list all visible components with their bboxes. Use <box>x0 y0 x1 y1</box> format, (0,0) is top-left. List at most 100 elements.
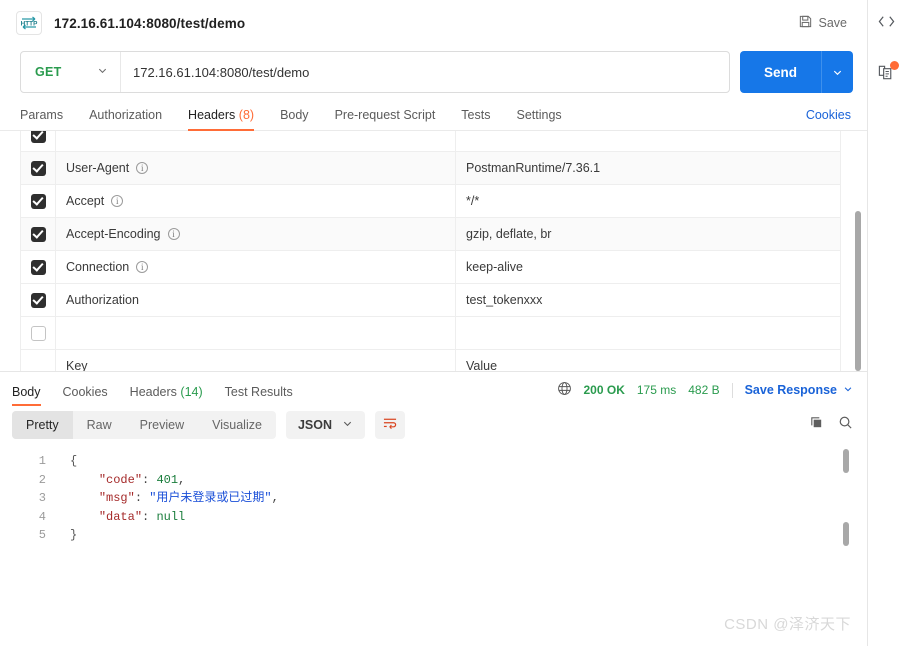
tab-headers-label: Headers <box>188 108 235 122</box>
json-key-code: "code" <box>99 473 142 487</box>
row-value-cell[interactable]: test_tokenxxx <box>456 284 841 317</box>
row-checkbox-cell[interactable] <box>21 317 56 350</box>
row-key-cell[interactable]: Accept-Encoding i <box>56 218 456 251</box>
json-colon: : <box>142 510 156 524</box>
response-tab-headers[interactable]: Headers (14) <box>130 385 203 406</box>
row-checkbox-cell[interactable] <box>21 218 56 251</box>
row-checkbox[interactable] <box>31 227 46 242</box>
response-tab-test-results[interactable]: Test Results <box>225 385 293 406</box>
table-row[interactable] <box>21 317 841 350</box>
format-tab-pretty[interactable]: Pretty <box>12 411 73 439</box>
tab-params[interactable]: Params <box>20 108 63 130</box>
table-row[interactable]: User-Agent i PostmanRuntime/7.36.1 <box>21 152 841 185</box>
row-checkbox[interactable] <box>31 260 46 275</box>
row-key-cell[interactable]: User-Agent i <box>56 152 456 185</box>
send-options-caret[interactable] <box>821 51 853 93</box>
meta-divider <box>732 383 733 398</box>
row-key-label: Accept <box>66 194 104 208</box>
new-row-value-input[interactable]: Value <box>456 350 841 372</box>
format-tab-visualize[interactable]: Visualize <box>198 411 276 439</box>
save-response-button[interactable]: Save Response <box>745 383 853 397</box>
info-icon[interactable]: i <box>136 162 148 174</box>
tab-pre-request-script-label: Pre-request Script <box>335 108 436 122</box>
response-body-scrollbar-bottom[interactable] <box>843 522 849 546</box>
wrap-text-button[interactable] <box>375 411 405 439</box>
table-row[interactable] <box>21 131 841 152</box>
headers-table-scrollbar[interactable] <box>855 211 861 371</box>
format-tab-preview[interactable]: Preview <box>126 411 198 439</box>
send-button[interactable]: Send <box>740 51 821 93</box>
response-tab-body[interactable]: Body <box>12 385 41 406</box>
info-icon[interactable]: i <box>111 195 123 207</box>
tab-body[interactable]: Body <box>280 108 309 130</box>
row-checkbox-cell[interactable] <box>21 185 56 218</box>
language-label: JSON <box>298 418 332 432</box>
tab-authorization[interactable]: Authorization <box>89 108 162 130</box>
indent <box>70 473 99 487</box>
code-lines[interactable]: { "code": 401, "msg": "用户未登录或已过期", "data… <box>46 452 279 545</box>
row-value-cell[interactable]: keep-alive <box>456 251 841 284</box>
row-key-cell[interactable]: Accept i <box>56 185 456 218</box>
search-icon[interactable] <box>838 415 853 435</box>
line-number: 5 <box>20 526 46 545</box>
notification-badge <box>890 61 899 70</box>
code-snippet-button[interactable] <box>872 10 900 38</box>
url-input[interactable] <box>121 52 729 92</box>
response-tab-test-results-label: Test Results <box>225 385 293 399</box>
row-checkbox[interactable] <box>31 194 46 209</box>
info-icon[interactable]: i <box>136 261 148 273</box>
row-checkbox-cell[interactable] <box>21 251 56 284</box>
row-checkbox-cell[interactable] <box>21 284 56 317</box>
row-key-cell[interactable]: Connection i <box>56 251 456 284</box>
response-action-icons <box>809 415 853 435</box>
row-checkbox[interactable] <box>31 326 46 341</box>
row-checkbox[interactable] <box>31 161 46 176</box>
row-value-cell[interactable] <box>456 131 841 152</box>
row-checkbox-cell[interactable] <box>21 131 56 152</box>
response-body-viewer[interactable]: 12345 { "code": 401, "msg": "用户未登录或已过期",… <box>0 444 867 646</box>
table-row[interactable]: Authorization test_tokenxxx <box>21 284 841 317</box>
row-key-cell[interactable] <box>56 317 456 350</box>
response-format-tabs: Pretty Raw Preview Visualize <box>12 411 276 439</box>
table-row[interactable]: Connection i keep-alive <box>21 251 841 284</box>
method-selector[interactable]: GET <box>21 52 121 92</box>
tab-settings[interactable]: Settings <box>516 108 561 130</box>
tab-pre-request-script[interactable]: Pre-request Script <box>335 108 436 130</box>
headers-table-area: User-Agent i PostmanRuntime/7.36.1 Accep… <box>0 131 867 371</box>
format-tab-raw[interactable]: Raw <box>73 411 126 439</box>
row-value-cell[interactable]: PostmanRuntime/7.36.1 <box>456 152 841 185</box>
request-tab-bar: HTTP 172.16.61.104:8080/test/demo Save <box>0 0 867 46</box>
row-value-cell[interactable]: */* <box>456 185 841 218</box>
tab-settings-label: Settings <box>516 108 561 122</box>
tab-headers[interactable]: Headers (8) <box>188 108 254 130</box>
postman-app-window: HTTP 172.16.61.104:8080/test/demo Save <box>0 0 904 646</box>
table-row[interactable]: Accept i */* <box>21 185 841 218</box>
row-key-label: Accept-Encoding <box>66 227 161 241</box>
table-row[interactable]: Accept-Encoding i gzip, deflate, br <box>21 218 841 251</box>
row-value-cell[interactable]: gzip, deflate, br <box>456 218 841 251</box>
save-button[interactable]: Save <box>792 10 854 36</box>
globe-icon[interactable] <box>557 381 572 399</box>
language-selector[interactable]: JSON <box>286 411 365 439</box>
code-line: "code": 401, <box>70 471 279 490</box>
watermark: CSDN @泽济天下 <box>724 613 851 634</box>
json-value-data: null <box>156 510 185 524</box>
documentation-button[interactable] <box>872 60 900 88</box>
copy-icon[interactable] <box>809 415 824 435</box>
row-key-cell[interactable] <box>56 131 456 152</box>
table-row-new[interactable]: Key Value <box>21 350 841 372</box>
tab-tests[interactable]: Tests <box>461 108 490 130</box>
response-body-scrollbar-top[interactable] <box>843 449 849 473</box>
row-key-label: Authorization <box>66 293 139 307</box>
code-line: "msg": "用户未登录或已过期", <box>70 489 279 508</box>
row-checkbox[interactable] <box>31 131 46 143</box>
info-icon[interactable]: i <box>168 228 180 240</box>
line-number-gutter: 12345 <box>20 452 46 545</box>
row-checkbox[interactable] <box>31 293 46 308</box>
cookies-link[interactable]: Cookies <box>806 108 851 130</box>
response-tab-cookies[interactable]: Cookies <box>63 385 108 406</box>
row-key-cell[interactable]: Authorization <box>56 284 456 317</box>
row-value-cell[interactable] <box>456 317 841 350</box>
row-checkbox-cell[interactable] <box>21 152 56 185</box>
new-row-key-input[interactable]: Key <box>56 350 456 372</box>
